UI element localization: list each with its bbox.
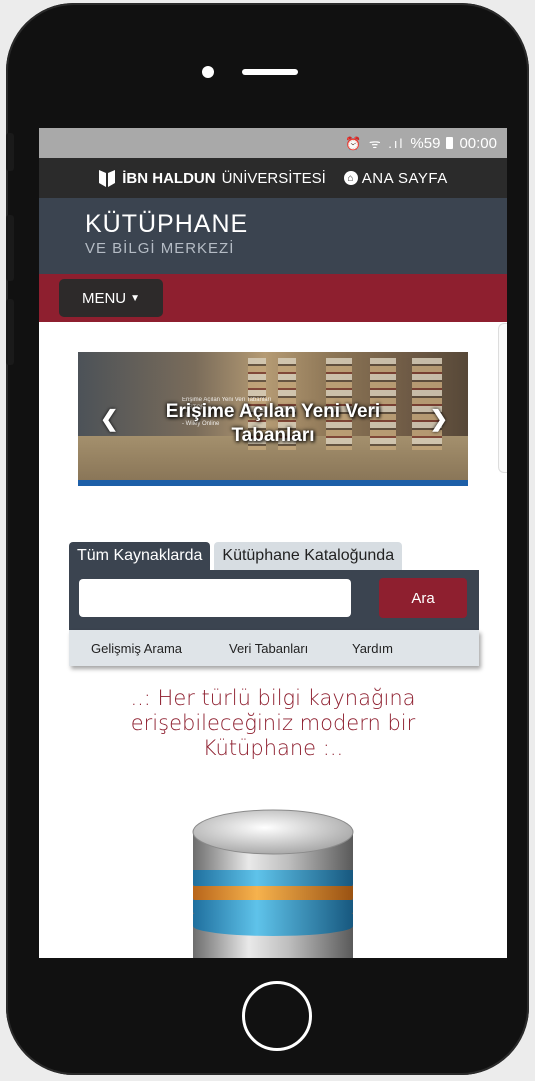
battery-icon	[446, 137, 454, 149]
chevron-right-icon[interactable]: ❯	[430, 406, 448, 432]
announcement-carousel[interactable]: Erişime Açılan Yeni Veri Tabanları - JST…	[78, 352, 468, 486]
tab-all-resources[interactable]: Tüm Kaynaklarda	[69, 542, 211, 570]
search-button[interactable]: Ara	[379, 578, 467, 618]
carousel-image-shelf	[412, 358, 442, 450]
tagline-line: Kütüphane :..	[202, 736, 344, 760]
ibn-haldun-logo	[99, 170, 116, 187]
tagline-line: ..: Her türlü bilgi kaynağına	[130, 686, 416, 710]
carousel-slide-title[interactable]: Erişime Açılan Yeni Veri Tabanları	[138, 400, 408, 448]
menu-bar: MENU ▼	[39, 274, 507, 322]
slide-title-line: Tabanları	[231, 425, 315, 446]
search-panel: Ara	[69, 570, 479, 630]
side-drawer-handle[interactable]	[498, 323, 507, 473]
search-tabs: Tüm Kaynaklarda Kütüphane Kataloğunda	[69, 542, 403, 570]
home-link[interactable]: ⌂ ANA SAYFA	[343, 169, 448, 187]
caret-down-icon: ▼	[130, 292, 141, 304]
front-camera	[202, 66, 214, 78]
phone-volume-down	[6, 299, 14, 365]
library-subtitle: VE BİLGİ MERKEZİ	[85, 240, 235, 257]
tagline: ..: Her türlü bilgi kaynağına erişebilec…	[79, 686, 467, 761]
databases-link[interactable]: Veri Tabanları	[229, 641, 308, 656]
clock: 00:00	[459, 134, 497, 152]
search-input[interactable]	[79, 579, 351, 617]
brand-rest: ÜNİVERSİTESİ	[221, 169, 326, 187]
tab-library-catalog[interactable]: Kütüphane Kataloğunda	[214, 542, 403, 570]
status-icons: ⏰ ᯤ .ıl	[345, 136, 405, 151]
earpiece-speaker	[242, 69, 298, 75]
phone-side-button	[6, 133, 14, 171]
library-title[interactable]: KÜTÜPHANE	[85, 210, 507, 239]
brand-bold: İBN HALDUN	[122, 169, 216, 187]
status-bar: ⏰ ᯤ .ıl %59 00:00	[39, 128, 507, 158]
database-icon	[192, 809, 354, 958]
search-links: Gelişmiş Arama Veri Tabanları Yardım	[69, 630, 479, 666]
slide-title-line: Erişime Açılan Yeni Veri	[165, 401, 381, 422]
help-link[interactable]: Yardım	[352, 641, 393, 656]
library-header: KÜTÜPHANE VE BİLGİ MERKEZİ	[39, 198, 507, 274]
university-brand-link[interactable]: İBN HALDUN ÜNİVERSİTESİ	[98, 168, 326, 188]
battery-percent: %59	[410, 134, 441, 152]
university-bar: İBN HALDUN ÜNİVERSİTESİ ⌂ ANA SAYFA	[39, 158, 507, 198]
menu-button[interactable]: MENU ▼	[59, 279, 163, 317]
advanced-search-link[interactable]: Gelişmiş Arama	[91, 641, 182, 656]
phone-home-button[interactable]	[242, 981, 312, 1051]
chevron-left-icon[interactable]: ❮	[100, 406, 118, 432]
home-icon: ⌂	[343, 171, 358, 185]
home-link-label: ANA SAYFA	[361, 169, 448, 187]
phone-screen: ⏰ ᯤ .ıl %59 00:00 İBN HALDUN ÜNİVERSİTES…	[39, 128, 507, 958]
carousel-indicator-bar	[78, 480, 468, 486]
tagline-line: erişebileceğiniz modern bir	[130, 711, 416, 735]
phone-volume-up	[6, 215, 14, 281]
menu-label: MENU	[81, 289, 127, 307]
